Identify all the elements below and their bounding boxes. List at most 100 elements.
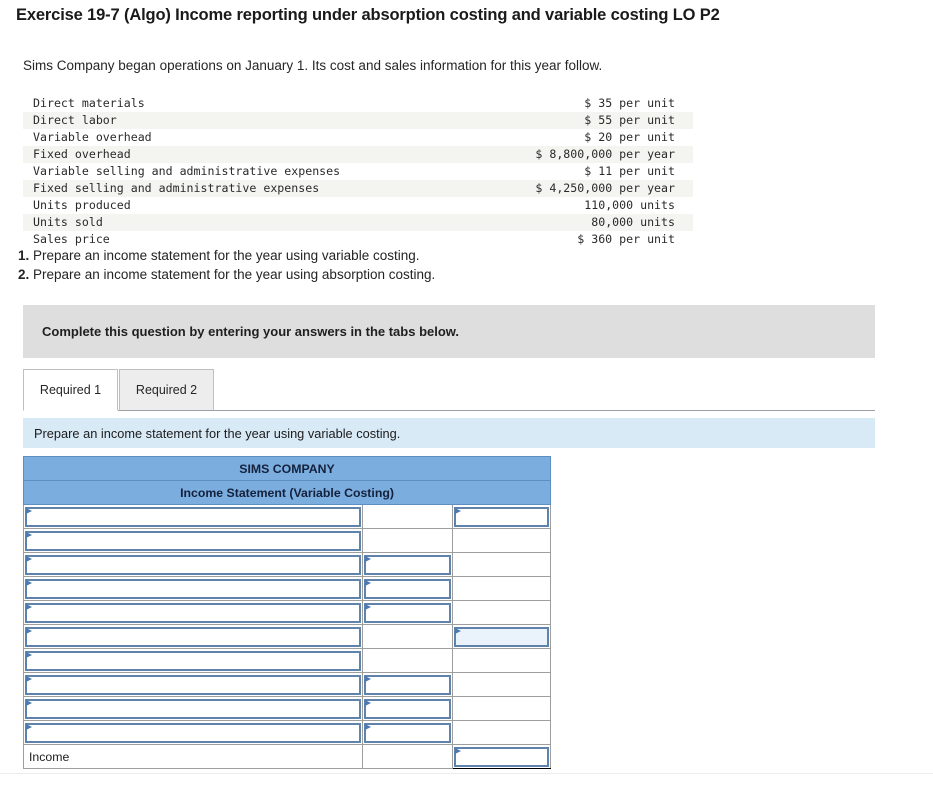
table-row: Fixed overhead $ 8,800,000 per year	[23, 146, 693, 163]
amount-cell-4b	[453, 577, 551, 601]
table-row: Units sold 80,000 units	[23, 214, 693, 231]
amount-input-9a[interactable]	[364, 699, 451, 719]
amount-cell-6a	[363, 625, 453, 649]
fact-value: $ 11 per unit	[464, 163, 693, 180]
fact-value: $ 8,800,000 per year	[464, 146, 693, 163]
line-label-cell-5[interactable]	[24, 601, 363, 625]
requirement-text: Prepare an income statement for the year…	[29, 267, 435, 282]
amount-input-6b[interactable]	[454, 627, 549, 647]
fact-label: Variable overhead	[23, 129, 464, 146]
table-row: Sales price $ 360 per unit	[23, 231, 693, 248]
amount-cell-11a	[363, 745, 453, 769]
fact-label: Direct materials	[23, 95, 464, 112]
amount-cell-5b	[453, 601, 551, 625]
amount-cell-6b[interactable]	[453, 625, 551, 649]
amount-cell-7b	[453, 649, 551, 673]
line-label-cell-6[interactable]	[24, 625, 363, 649]
line-label-input-4[interactable]	[25, 579, 361, 599]
worksheet-row-5	[24, 601, 551, 625]
line-label-input-7[interactable]	[25, 651, 361, 671]
amount-input-1b[interactable]	[454, 507, 549, 527]
requirement-item-2: 2. Prepare an income statement for the y…	[18, 266, 435, 285]
footer-divider	[0, 773, 933, 774]
amount-cell-5a[interactable]	[363, 601, 453, 625]
worksheet-row-3	[24, 553, 551, 577]
fact-label: Units produced	[23, 197, 464, 214]
tab-label: Required 2	[136, 383, 197, 397]
fact-value: 110,000 units	[464, 197, 693, 214]
line-label-input-6[interactable]	[25, 627, 361, 647]
worksheet-row-10	[24, 721, 551, 745]
fact-value: $ 35 per unit	[464, 95, 693, 112]
requirement-text: Prepare an income statement for the year…	[29, 248, 419, 263]
income-statement-worksheet: SIMS COMPANY Income Statement (Variable …	[23, 456, 551, 769]
worksheet-header-row-company: SIMS COMPANY	[24, 457, 551, 481]
line-label-input-9[interactable]	[25, 699, 361, 719]
amount-cell-8b	[453, 673, 551, 697]
worksheet-row-6	[24, 625, 551, 649]
worksheet-statement-title: Income Statement (Variable Costing)	[24, 481, 551, 505]
fact-label: Fixed selling and administrative expense…	[23, 180, 464, 197]
amount-input-3a[interactable]	[364, 555, 451, 575]
amount-cell-2a	[363, 529, 453, 553]
amount-cell-10a[interactable]	[363, 721, 453, 745]
fact-value: 80,000 units	[464, 214, 693, 231]
amount-cell-10b	[453, 721, 551, 745]
amount-cell-9b	[453, 697, 551, 721]
amount-input-8a[interactable]	[364, 675, 451, 695]
line-label-cell-7[interactable]	[24, 649, 363, 673]
amount-cell-9a[interactable]	[363, 697, 453, 721]
line-label-input-2[interactable]	[25, 531, 361, 551]
worksheet-row-income: Income	[24, 745, 551, 769]
line-label-cell-3[interactable]	[24, 553, 363, 577]
table-row: Fixed selling and administrative expense…	[23, 180, 693, 197]
tab-label: Required 1	[40, 383, 101, 397]
amount-cell-4a[interactable]	[363, 577, 453, 601]
fact-label: Units sold	[23, 214, 464, 231]
line-label-cell-4[interactable]	[24, 577, 363, 601]
amount-input-4a[interactable]	[364, 579, 451, 599]
exercise-page: Exercise 19-7 (Algo) Income reporting un…	[0, 0, 933, 786]
requirement-number: 1.	[18, 248, 29, 263]
worksheet-row-7	[24, 649, 551, 673]
line-label-input-1[interactable]	[25, 507, 361, 527]
fact-value: $ 360 per unit	[464, 231, 693, 248]
amount-cell-1a	[363, 505, 453, 529]
income-amount-input[interactable]	[454, 747, 549, 767]
income-row-label: Income	[24, 745, 363, 769]
amount-input-5a[interactable]	[364, 603, 451, 623]
line-label-cell-9[interactable]	[24, 697, 363, 721]
amount-cell-11b[interactable]	[453, 745, 551, 769]
amount-cell-2b	[453, 529, 551, 553]
amount-cell-3b	[453, 553, 551, 577]
instruction-bar-text: Complete this question by entering your …	[42, 324, 459, 339]
worksheet-row-9	[24, 697, 551, 721]
requirements-list: 1. Prepare an income statement for the y…	[18, 247, 435, 284]
tab-required-2[interactable]: Required 2	[119, 369, 214, 411]
line-label-cell-10[interactable]	[24, 721, 363, 745]
worksheet-header-row-statement: Income Statement (Variable Costing)	[24, 481, 551, 505]
line-label-input-8[interactable]	[25, 675, 361, 695]
amount-input-10a[interactable]	[364, 723, 451, 743]
line-label-input-10[interactable]	[25, 723, 361, 743]
amount-cell-8a[interactable]	[363, 673, 453, 697]
tab-required-1[interactable]: Required 1	[23, 369, 118, 411]
amount-cell-3a[interactable]	[363, 553, 453, 577]
requirement-number: 2.	[18, 267, 29, 282]
amount-cell-1b[interactable]	[453, 505, 551, 529]
line-label-input-5[interactable]	[25, 603, 361, 623]
amount-cell-7a	[363, 649, 453, 673]
requirement-item-1: 1. Prepare an income statement for the y…	[18, 247, 435, 266]
table-row: Direct materials $ 35 per unit	[23, 95, 693, 112]
prompt-bar: Prepare an income statement for the year…	[23, 418, 875, 448]
worksheet-company-name: SIMS COMPANY	[24, 457, 551, 481]
line-label-cell-8[interactable]	[24, 673, 363, 697]
table-row: Units produced 110,000 units	[23, 197, 693, 214]
line-label-cell-2[interactable]	[24, 529, 363, 553]
table-row: Variable overhead $ 20 per unit	[23, 129, 693, 146]
fact-value: $ 20 per unit	[464, 129, 693, 146]
line-label-input-3[interactable]	[25, 555, 361, 575]
fact-value: $ 4,250,000 per year	[464, 180, 693, 197]
fact-label: Variable selling and administrative expe…	[23, 163, 464, 180]
line-label-cell-1[interactable]	[24, 505, 363, 529]
